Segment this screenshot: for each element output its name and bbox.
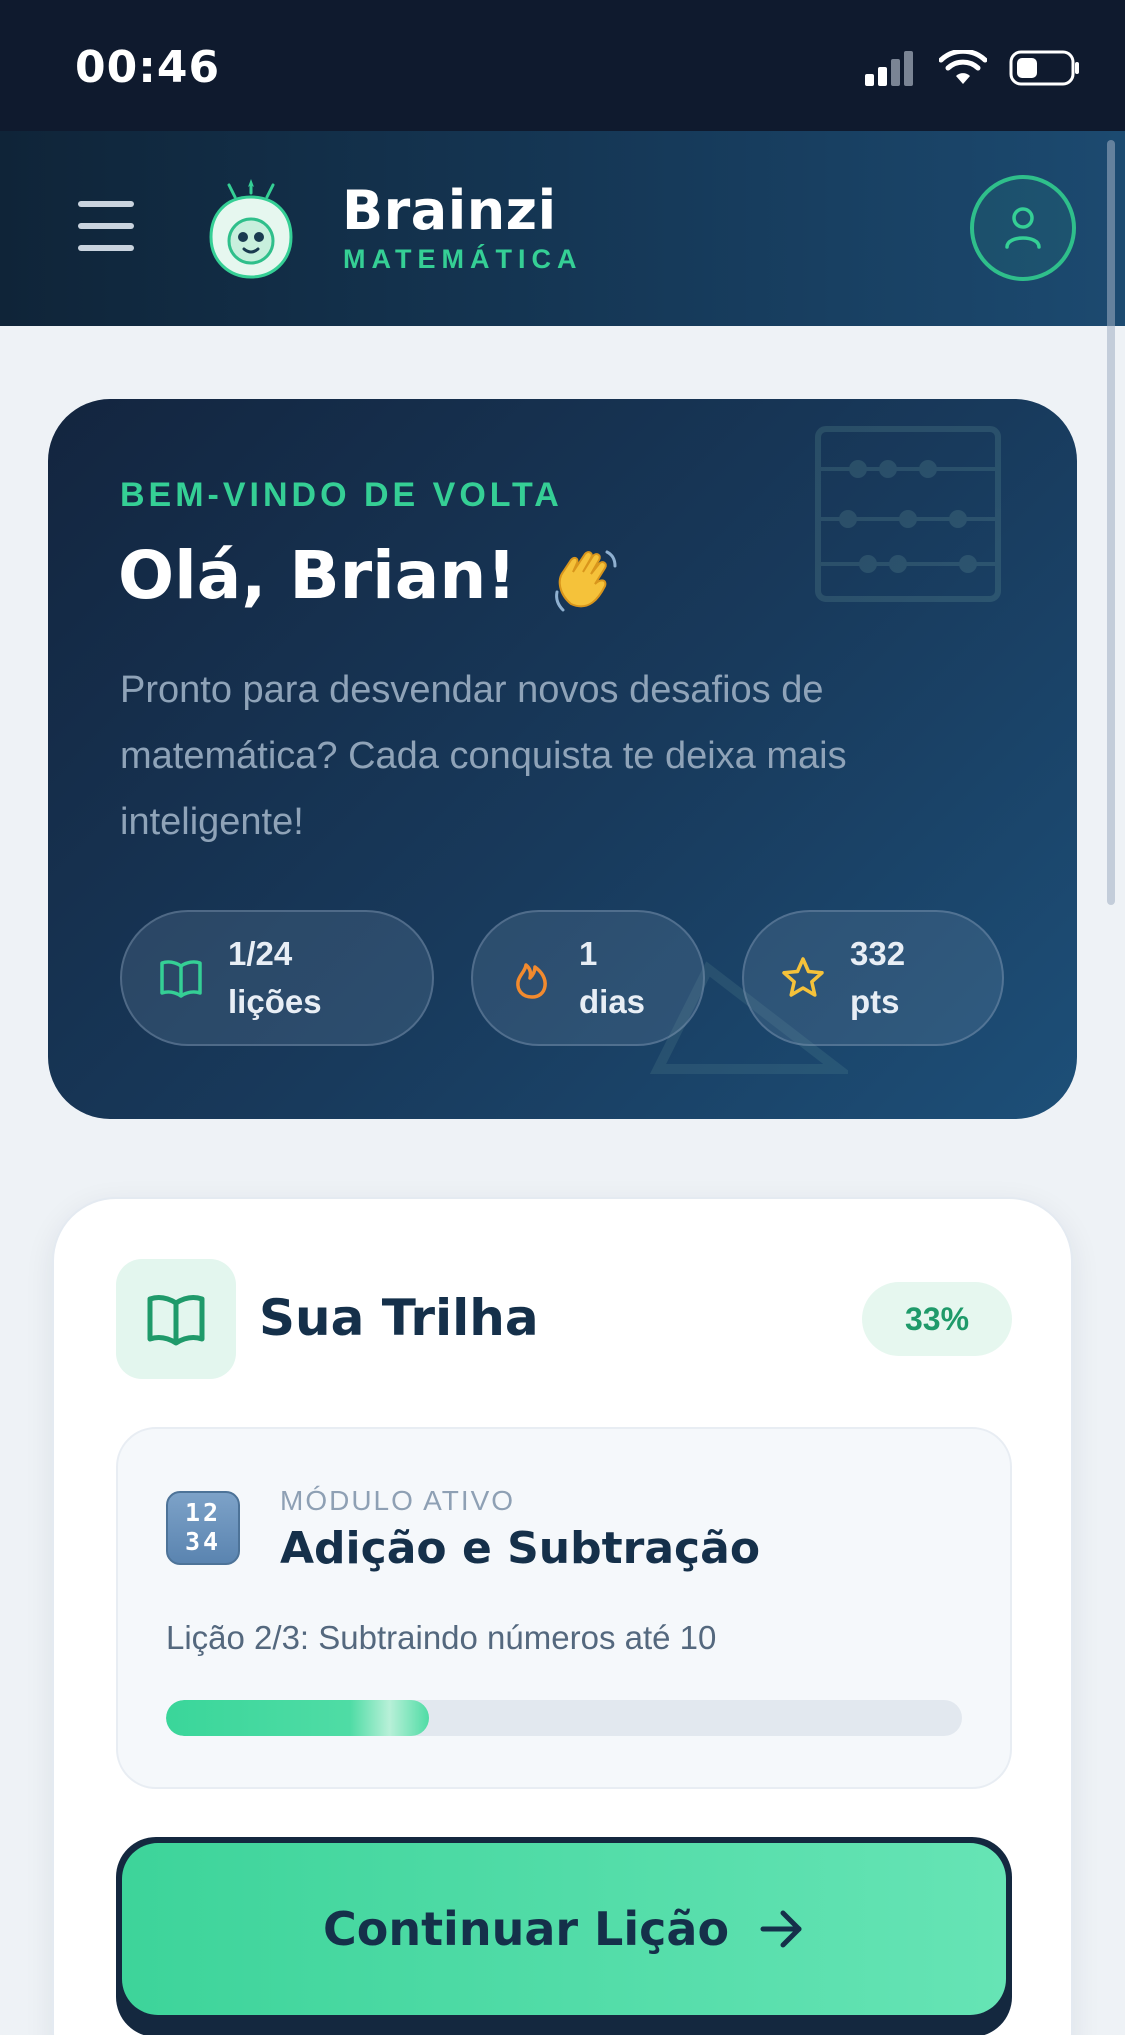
status-icons bbox=[863, 48, 1081, 88]
abacus-decoration bbox=[815, 426, 1001, 602]
module-eyebrow: MÓDULO ATIVO bbox=[280, 1485, 516, 1516]
stat-points: 332 pts bbox=[742, 910, 1004, 1046]
wifi-icon bbox=[939, 50, 987, 84]
arrow-right-icon bbox=[760, 1910, 802, 1948]
stat-streak: 1 dias bbox=[471, 910, 705, 1046]
stat-points-value: 332 bbox=[850, 935, 906, 972]
continue-lesson-button[interactable]: Continuar Lição bbox=[116, 1837, 1012, 2035]
user-icon bbox=[1005, 207, 1041, 249]
brand-name: Brainzi bbox=[342, 179, 557, 242]
lesson-progress-fill bbox=[166, 1700, 429, 1736]
status-time: 00:46 bbox=[75, 42, 221, 93]
numbers-icon: 12 34 bbox=[166, 1491, 240, 1565]
waving-hand-icon bbox=[555, 550, 617, 612]
lesson-label: Lição 2/3: Subtraindo números até 10 bbox=[166, 1619, 717, 1656]
stat-points-label: pts bbox=[850, 983, 900, 1020]
status-bar: 00:46 bbox=[0, 0, 1125, 131]
stat-lessons-value: 1/24 bbox=[228, 935, 293, 972]
welcome-card: BEM-VINDO DE VOLTA Olá, Brian! Pronto pa… bbox=[48, 399, 1077, 1119]
welcome-text: Pronto para desvendar novos desafios de … bbox=[120, 669, 847, 843]
track-title: Sua Trilha bbox=[259, 1289, 539, 1347]
brainzi-logo bbox=[209, 179, 293, 279]
stat-lessons-label: lições bbox=[228, 983, 322, 1020]
battery-icon bbox=[1009, 50, 1079, 86]
track-progress-badge: 33% bbox=[862, 1282, 1012, 1356]
active-module-panel[interactable]: 12 34 MÓDULO ATIVO Adição e Subtração Li… bbox=[116, 1427, 1012, 1789]
signal-icon bbox=[865, 51, 913, 86]
profile-button[interactable] bbox=[970, 175, 1076, 281]
welcome-title: Olá, Brian! bbox=[118, 537, 625, 618]
flame-icon bbox=[516, 963, 547, 999]
welcome-title-text: Olá, Brian! bbox=[118, 537, 517, 614]
track-card: Sua Trilha 33% 12 34 MÓDULO ATIVO Adição… bbox=[52, 1197, 1073, 2035]
welcome-eyebrow: BEM-VINDO DE VOLTA bbox=[120, 476, 563, 514]
scrollbar[interactable] bbox=[1107, 140, 1115, 905]
stat-lessons: 1/24 lições bbox=[120, 910, 434, 1046]
book-open-icon bbox=[160, 960, 202, 998]
menu-icon[interactable] bbox=[78, 201, 134, 257]
brand-subtitle: MATEMÁTICA bbox=[343, 244, 583, 274]
continue-lesson-label: Continuar Lição bbox=[322, 1902, 730, 1956]
star-icon bbox=[782, 957, 824, 997]
stat-streak-value: 1 bbox=[579, 935, 598, 972]
app-header: Brainzi MATEMÁTICA bbox=[0, 131, 1125, 326]
module-name: Adição e Subtração bbox=[280, 1523, 761, 1574]
lesson-progress-bar bbox=[166, 1700, 962, 1736]
book-open-icon bbox=[147, 1295, 205, 1346]
stat-streak-label: dias bbox=[579, 983, 646, 1020]
track-icon-box bbox=[116, 1259, 236, 1379]
